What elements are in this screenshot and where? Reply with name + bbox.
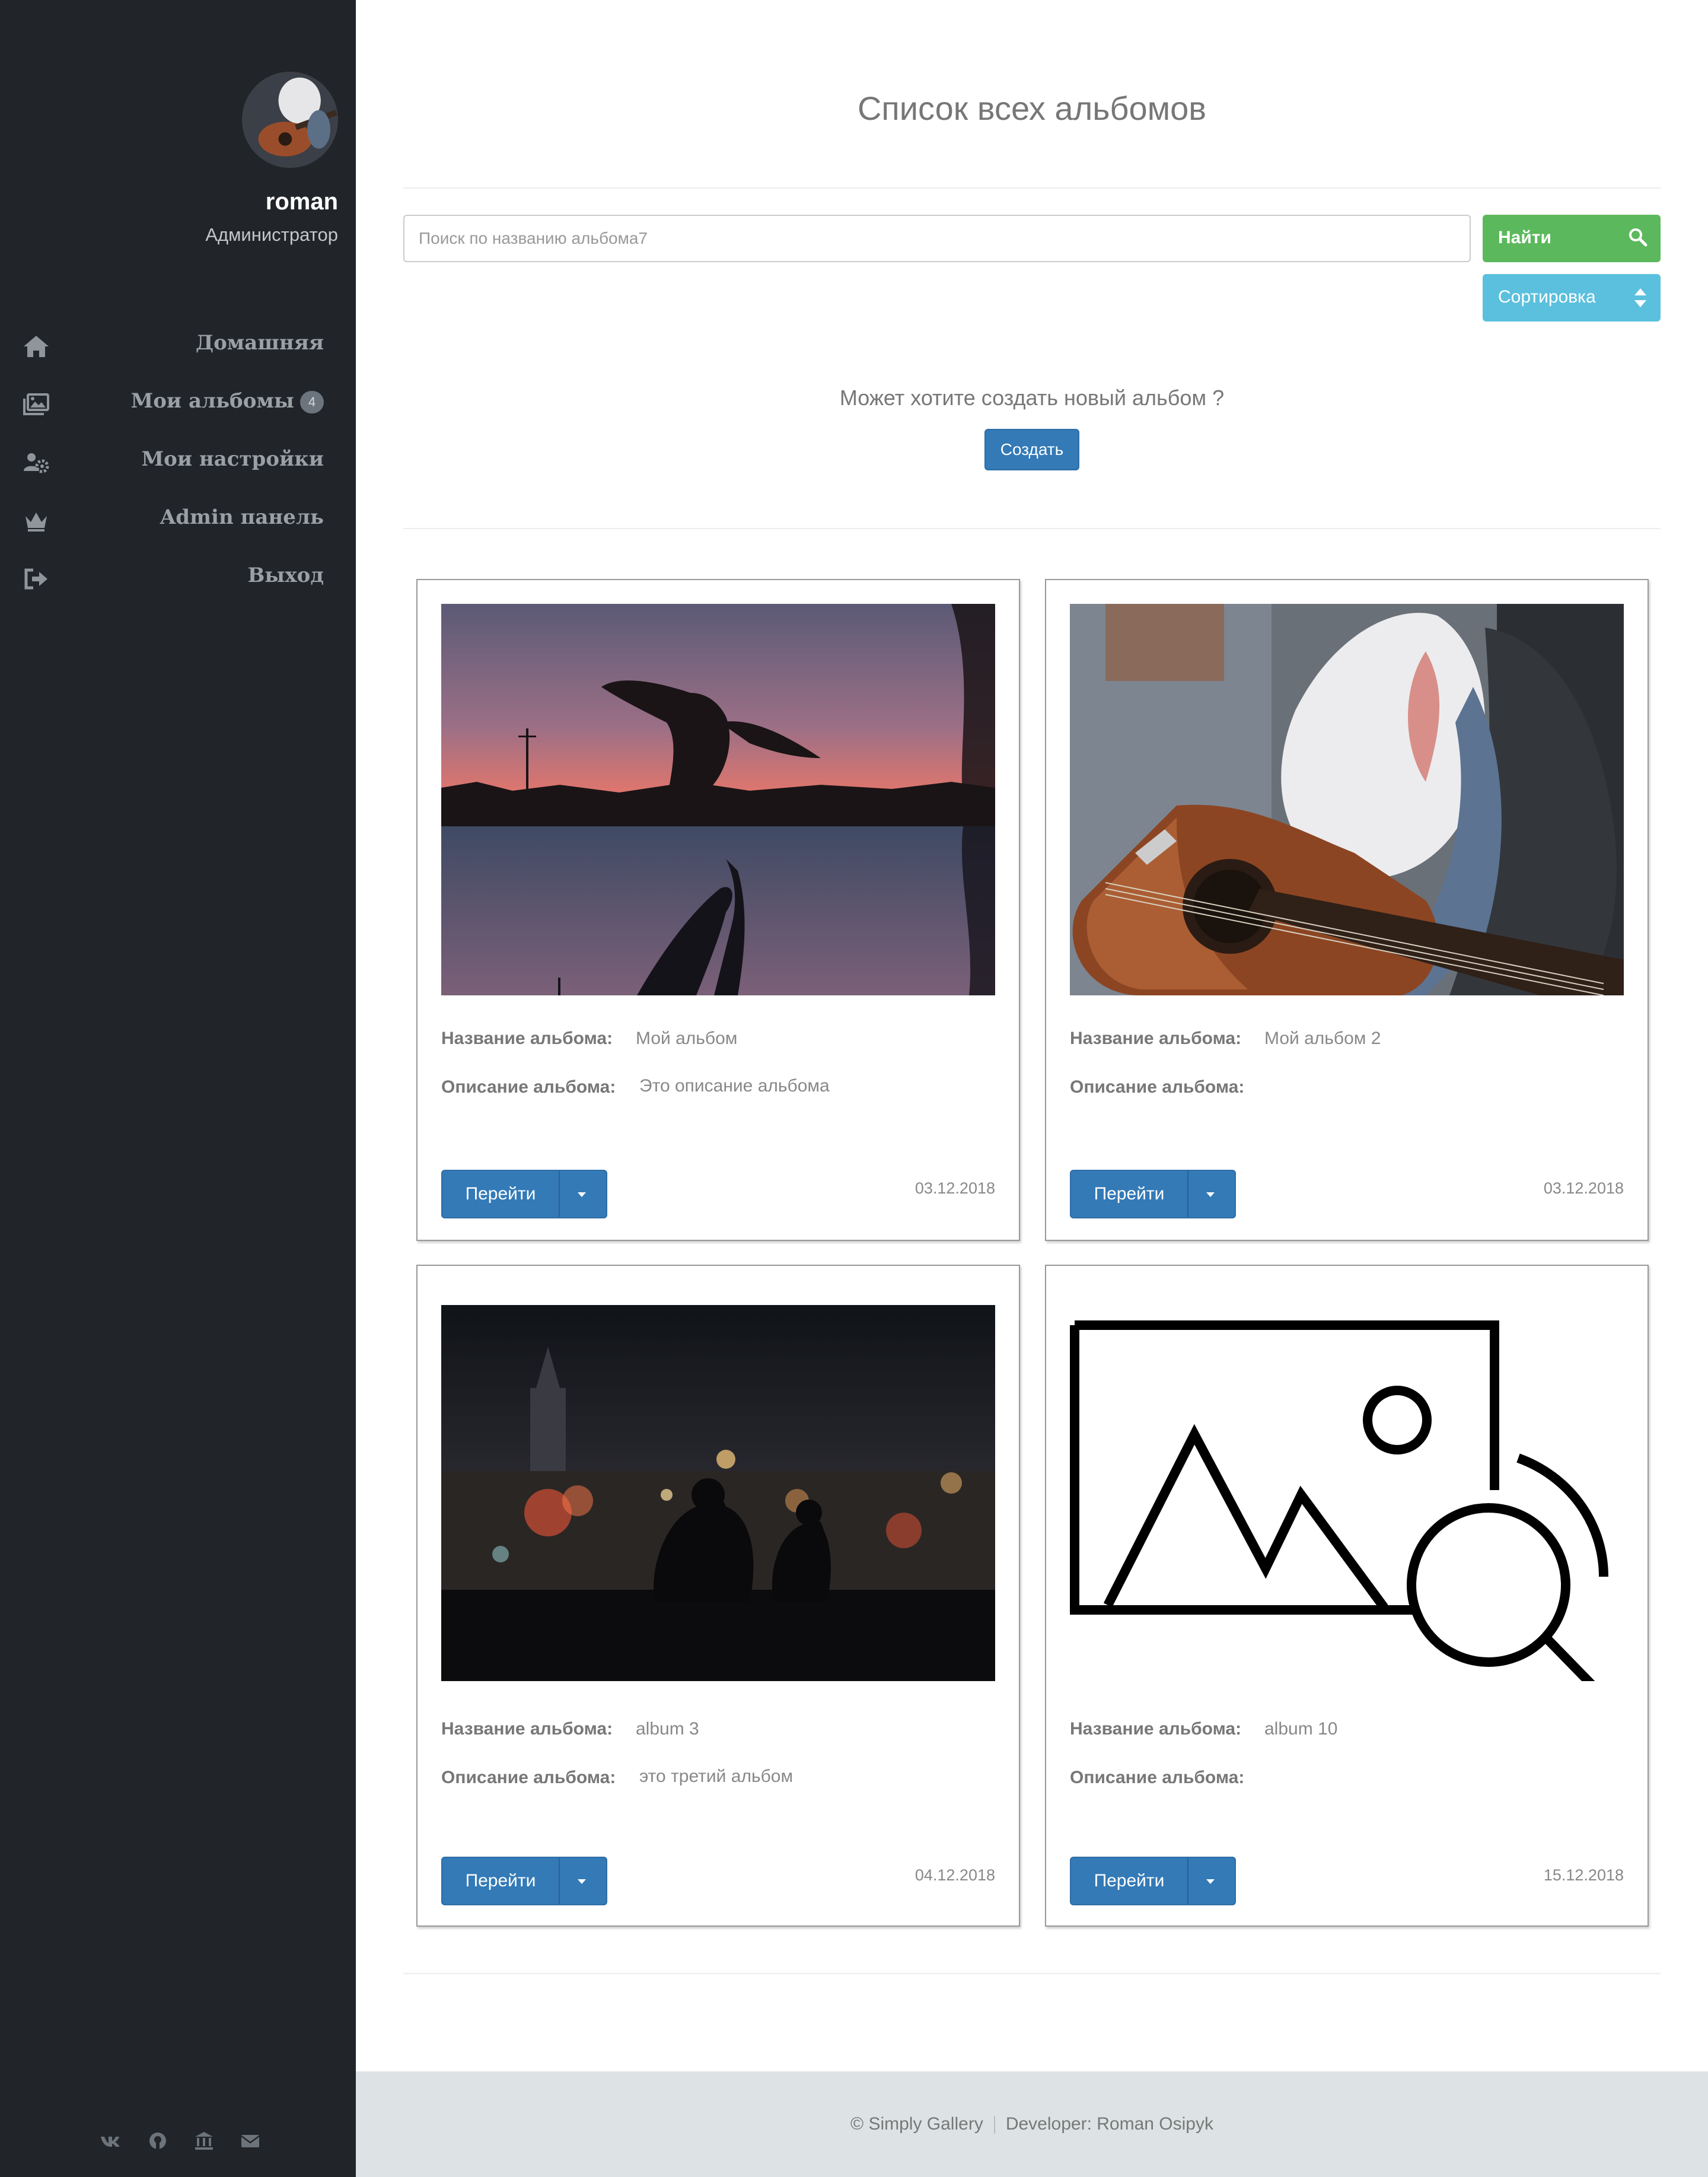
user-role: Администратор <box>205 224 338 245</box>
album-desc-value: Это описание альбома <box>639 1076 830 1096</box>
open-album-button[interactable]: Перейти <box>1070 1857 1236 1905</box>
footer-copyright: © Simply Gallery <box>850 2114 983 2134</box>
album-thumbnail[interactable] <box>1070 604 1624 995</box>
album-name-value: album 10 <box>1264 1719 1338 1739</box>
split-separator <box>1187 1858 1188 1904</box>
sign-out-icon <box>23 567 50 591</box>
sidebar-item-label: Выход <box>247 564 324 587</box>
sidebar-item-settings[interactable]: Мои настройки <box>0 434 356 491</box>
albums-count-badge: 4 <box>300 391 324 413</box>
crown-icon <box>23 509 50 533</box>
page-title: Список всех альбомов <box>857 90 1207 127</box>
sidebar-item-admin[interactable]: Admin панель <box>0 492 356 549</box>
create-album-button[interactable]: Создать <box>984 429 1079 470</box>
dropdown-caret-icon[interactable] <box>578 1879 586 1884</box>
images-icon <box>23 393 50 416</box>
dropdown-caret-icon[interactable] <box>1206 1192 1215 1197</box>
album-thumbnail[interactable] <box>441 1305 995 1681</box>
image-search-placeholder-icon[interactable] <box>1070 1320 1624 1681</box>
album-date: 04.12.2018 <box>914 1866 995 1884</box>
open-album-button[interactable]: Перейти <box>1070 1170 1236 1218</box>
divider <box>403 528 1661 529</box>
find-button-label: Найти <box>1498 228 1551 247</box>
album-name-value: Мой альбом <box>636 1029 738 1048</box>
album-name-label: Название альбома: <box>1070 1719 1242 1739</box>
sidebar: roman Администратор Домашняя Мои альбомы… <box>0 0 356 2177</box>
bank-icon[interactable] <box>193 2130 215 2152</box>
sidebar-item-home[interactable]: Домашняя <box>0 318 356 375</box>
user-name: roman <box>265 189 338 215</box>
album-desc-label: Описание альбома: <box>441 1077 616 1097</box>
open-album-label: Перейти <box>465 1871 536 1890</box>
album-thumbnail[interactable] <box>441 604 995 995</box>
sort-button-label: Сортировка <box>1498 287 1596 307</box>
github-icon[interactable] <box>146 2130 169 2152</box>
dropdown-caret-icon[interactable] <box>578 1192 586 1197</box>
sidebar-item-label: Admin панель <box>160 505 324 529</box>
divider <box>403 1973 1661 1974</box>
album-date: 03.12.2018 <box>1543 1179 1624 1197</box>
split-separator <box>1187 1171 1188 1217</box>
footer-developer: Developer: Roman Osipyk <box>1005 2114 1213 2134</box>
album-name-value: album 3 <box>636 1719 699 1739</box>
create-album-prompt: Может хотите создать новый альбом ? <box>839 386 1225 410</box>
split-separator <box>559 1171 560 1217</box>
vk-icon[interactable] <box>100 2130 122 2152</box>
album-card: Название альбома: Мой альбом Описание ал… <box>416 579 1020 1241</box>
divider <box>403 187 1661 189</box>
sort-icon <box>1633 286 1648 310</box>
album-card: Название альбома: album 10 Описание альб… <box>1045 1265 1649 1927</box>
album-card: Название альбома: album 3 Описание альбо… <box>416 1265 1020 1927</box>
album-desc-value: это третий альбом <box>639 1767 794 1786</box>
search-input[interactable] <box>403 215 1471 262</box>
footer-separator <box>993 2116 995 2134</box>
album-name-label: Название альбома: <box>441 1029 613 1048</box>
album-date: 15.12.2018 <box>1543 1866 1624 1884</box>
open-album-label: Перейти <box>465 1184 536 1204</box>
envelope-icon[interactable] <box>239 2130 262 2152</box>
split-separator <box>559 1858 560 1904</box>
sidebar-item-label: Мои альбомы 4 <box>131 389 324 413</box>
sort-button[interactable]: Сортировка <box>1483 274 1661 322</box>
sidebar-item-label-text: Мои альбомы <box>130 389 294 413</box>
album-desc-label: Описание альбома: <box>1070 1768 1245 1787</box>
open-album-label: Перейти <box>1094 1871 1165 1890</box>
sidebar-item-my-albums[interactable]: Мои альбомы 4 <box>0 376 356 433</box>
dropdown-caret-icon[interactable] <box>1206 1879 1215 1884</box>
album-name-value: Мой альбом 2 <box>1264 1029 1381 1048</box>
sidebar-item-label: Мои настройки <box>141 447 324 471</box>
album-name-label: Название альбома: <box>1070 1029 1242 1048</box>
album-desc-label: Описание альбома: <box>441 1768 616 1787</box>
open-album-button[interactable]: Перейти <box>441 1170 607 1218</box>
sidebar-item-label: Домашняя <box>195 331 324 355</box>
album-desc-label: Описание альбома: <box>1070 1077 1245 1097</box>
footer: © Simply Gallery Developer: Roman Osipyk <box>356 2071 1708 2177</box>
find-button[interactable]: Найти <box>1483 215 1661 262</box>
users-gear-icon <box>23 451 50 475</box>
sidebar-item-logout[interactable]: Выход <box>0 550 356 607</box>
avatar[interactable] <box>242 72 338 168</box>
album-date: 03.12.2018 <box>914 1179 995 1197</box>
open-album-label: Перейти <box>1094 1184 1165 1204</box>
home-icon <box>23 335 50 358</box>
search-icon <box>1627 227 1648 247</box>
footer-text: © Simply Gallery Developer: Roman Osipyk <box>356 2114 1708 2134</box>
album-card: Название альбома: Мой альбом 2 Описание … <box>1045 579 1649 1241</box>
album-name-label: Название альбома: <box>441 1719 613 1739</box>
open-album-button[interactable]: Перейти <box>441 1857 607 1905</box>
